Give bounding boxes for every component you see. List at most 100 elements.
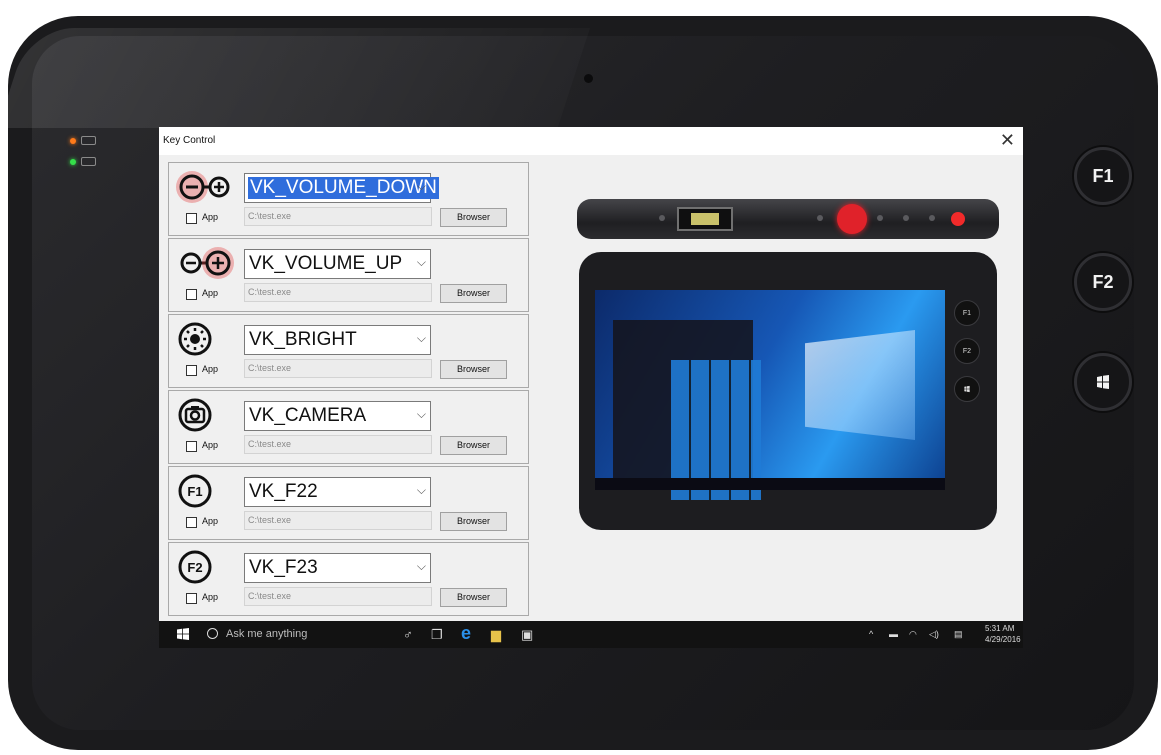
windows-logo-wallpaper [805,330,915,440]
app-checkbox[interactable] [186,593,197,604]
clock-date: 4/29/2016 [985,635,1021,644]
clock[interactable]: 5:31 AM 4/29/2016 [985,623,1021,645]
device-front-view: F1 F2 [579,252,997,530]
f2-icon-text: F2 [187,560,202,575]
chevron-down-icon: ⌵ [416,483,426,497]
app-path-field: C:\test.exe [244,511,432,530]
barcode-scanner [677,207,733,231]
app-checkbox[interactable] [186,517,197,528]
f2-icon: F2 [178,550,212,584]
browse-button[interactable]: Browser [440,208,507,227]
power-led-icon [81,157,96,166]
key-select[interactable]: VK_VOLUME_UP ⌵ [244,249,431,279]
cortana-icon[interactable] [207,628,218,639]
chevron-down-icon: ⌵ [416,255,426,269]
app-label: App [202,440,219,450]
camera-icon [178,398,212,432]
volume-key-highlight [837,204,867,234]
taskbar: Ask me anything ♂ ❐ e ▆ ▣ ^ ▬ ◠ ◁) ▤ 5:3… [159,621,1023,648]
taskbar-search[interactable]: Ask me anything [226,628,307,640]
window-titlebar: Key Control ✕ [159,127,1023,155]
task-view-icon[interactable]: ❐ [431,627,443,643]
device-f1-button: F1 [954,300,980,326]
app-label: App [202,364,219,374]
hardware-f2-button[interactable]: F2 [1074,253,1132,311]
device-top-view [577,199,999,239]
browse-button[interactable]: Browser [440,360,507,379]
edge-icon[interactable]: e [461,623,471,644]
network-icon[interactable]: ◠ [909,629,917,640]
chevron-down-icon: ⌵ [416,407,426,421]
tablet-screen: Key Control ✕ VK_VOLUME_DOWN ⌵ App C:\te… [159,127,1023,648]
key-select[interactable]: VK_VOLUME_DOWN ⌵ [244,173,439,203]
top-key [877,215,883,221]
start-icon[interactable] [177,628,189,640]
browse-button[interactable]: Browser [440,512,507,531]
key-panel-camera: VK_CAMERA ⌵ App C:\test.exe Browser [168,390,529,464]
key-panel-volume-up: VK_VOLUME_UP ⌵ App C:\test.exe Browser [168,238,529,312]
key-panel-f1: F1 VK_F22 ⌵ App C:\test.exe Browser [168,466,529,540]
notification-icon[interactable]: ▤ [954,629,963,640]
start-menu-preview [613,320,761,500]
key-select[interactable]: VK_F22 ⌵ [244,477,431,507]
key-select-value: VK_BRIGHT [249,329,357,350]
app-path-field: C:\test.exe [244,283,432,302]
app-checkbox[interactable] [186,365,197,376]
key-select[interactable]: VK_F23 ⌵ [244,553,431,583]
top-port [659,215,665,221]
app-label: App [202,592,219,602]
top-port [817,215,823,221]
app-checkbox[interactable] [186,441,197,452]
window-title: Key Control [163,135,216,146]
app-checkbox[interactable] [186,289,197,300]
file-explorer-icon[interactable]: ▆ [491,627,501,643]
app-path-field: C:\test.exe [244,435,432,454]
device-screen [595,290,945,500]
windows-icon [964,385,970,393]
speaker-icon[interactable]: ◁) [929,629,939,640]
hardware-windows-button[interactable] [1074,353,1132,411]
key-select-value: VK_CAMERA [249,405,367,426]
key-select-value: VK_VOLUME_UP [249,253,403,274]
front-camera [584,74,593,83]
top-key [903,215,909,221]
app-label: App [202,516,219,526]
battery-led-icon [81,136,96,145]
bezel-glare [0,28,590,128]
scanner-window [691,213,719,225]
app-checkbox[interactable] [186,213,197,224]
chevron-down-icon: ⌵ [416,559,426,573]
app-path-field: C:\test.exe [244,359,432,378]
app-path-field: C:\test.exe [244,587,432,606]
top-key [929,215,935,221]
browse-button[interactable]: Browser [440,436,507,455]
battery-led [70,138,76,144]
app-label: App [202,212,219,222]
key-select-value: VK_F23 [249,557,318,578]
browse-button[interactable]: Browser [440,284,507,303]
chevron-down-icon: ⌵ [416,179,426,193]
key-select[interactable]: VK_BRIGHT ⌵ [244,325,431,355]
device-taskbar [595,478,945,490]
power-led [70,159,76,165]
battery-icon[interactable]: ▬ [889,629,898,639]
clock-time: 5:31 AM [985,624,1015,633]
volume-up-icon [180,247,234,279]
device-windows-button [954,376,980,402]
key-select-value: VK_VOLUME_DOWN [248,177,439,199]
app-path-field: C:\test.exe [244,207,432,226]
store-icon[interactable]: ▣ [521,627,533,643]
chevron-up-icon[interactable]: ^ [869,629,873,639]
f1-icon: F1 [178,474,212,508]
key-select-value: VK_F22 [249,481,318,502]
windows-icon [1097,375,1109,389]
microphone-icon[interactable]: ♂ [403,627,413,642]
browse-button[interactable]: Browser [440,588,507,607]
power-key-highlight [951,212,965,226]
key-panel-f2: F2 VK_F23 ⌵ App C:\test.exe Browser [168,542,529,616]
hardware-f1-button[interactable]: F1 [1074,147,1132,205]
key-select[interactable]: VK_CAMERA ⌵ [244,401,431,431]
app-label: App [202,288,219,298]
close-icon[interactable]: ✕ [1000,130,1015,150]
device-f2-button: F2 [954,338,980,364]
